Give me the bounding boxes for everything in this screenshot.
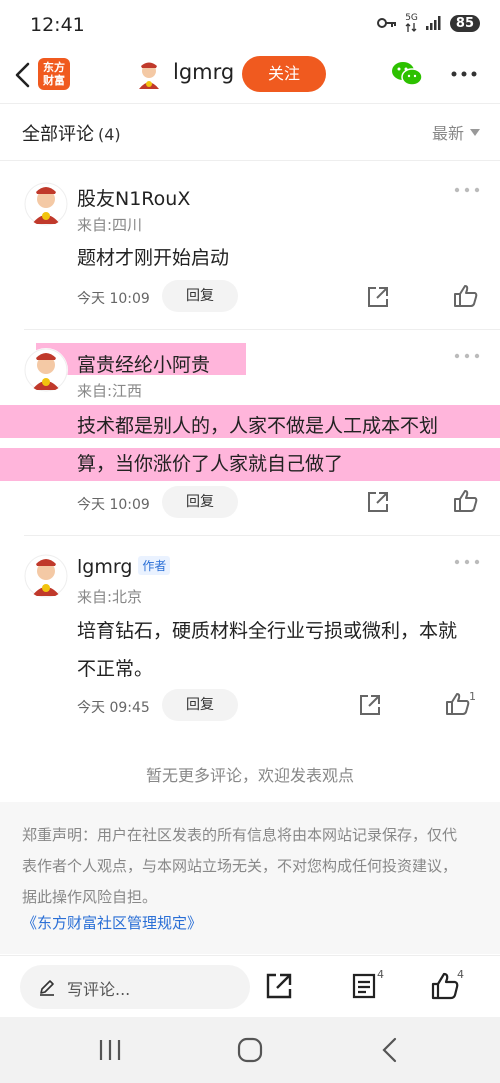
- back-arrow-icon[interactable]: [12, 62, 32, 88]
- commenter-name[interactable]: 股友N1RouX: [77, 184, 190, 211]
- comment-line: 技术都是别人的，人家不做是人工成本不划: [77, 415, 439, 437]
- reply-button[interactable]: 回复: [162, 689, 238, 721]
- section-divider: [0, 160, 500, 161]
- commenter-avatar[interactable]: [24, 182, 68, 226]
- comment-divider: [24, 535, 500, 536]
- comment-time: 今天 10:09: [77, 497, 150, 513]
- comment-time: 今天 09:45: [77, 700, 150, 716]
- wechat-icon[interactable]: [391, 60, 423, 88]
- eastmoney-logo[interactable]: 东方 财富: [38, 58, 70, 90]
- commenter-name-text: lgmrg: [77, 556, 133, 578]
- commenter-location: 来自:四川: [77, 216, 143, 234]
- comments-count: (4): [98, 125, 121, 144]
- disclaimer-line: 郑重声明：用户在社区发表的所有信息将由本网站记录保存，仅代: [22, 826, 458, 844]
- comment-text: 培育钻石，硬质材料全行业亏损或微利，本就 不正常。: [77, 612, 482, 688]
- comment-line: 题材才刚开始启动: [77, 247, 230, 269]
- comment-more-icon[interactable]: [454, 352, 480, 360]
- comment-text: 题材才刚开始启动: [77, 239, 482, 277]
- follow-button[interactable]: 关注: [242, 56, 326, 92]
- pen-icon: [40, 980, 54, 996]
- comment-time: 今天 10:09: [77, 291, 150, 307]
- community-rules-link[interactable]: 《东方财富社区管理规定》: [22, 912, 202, 933]
- user-avatar[interactable]: [134, 60, 164, 90]
- like-count: 1: [469, 690, 476, 703]
- comments-section-title: 全部评论 (4): [22, 120, 121, 146]
- share-icon[interactable]: [265, 972, 293, 1000]
- status-bar: 12:41 5G 85: [0, 0, 500, 50]
- commenter-location: 来自:江西: [77, 382, 143, 400]
- like-count-badge: 4: [457, 968, 464, 981]
- commenter-location: 来自:北京: [77, 588, 143, 606]
- comment-more-icon[interactable]: [454, 186, 480, 194]
- reply-button[interactable]: 回复: [162, 486, 238, 518]
- signal-icon: [425, 16, 441, 30]
- comment-text: 技术都是别人的，人家不做是人工成本不划 算，当你涨价了人家就自己做了: [77, 407, 482, 483]
- recents-icon[interactable]: [95, 1037, 125, 1063]
- system-nav-bar: [0, 1017, 500, 1083]
- status-icons: 5G 85: [377, 14, 480, 32]
- share-icon[interactable]: [358, 693, 382, 717]
- header-divider: [0, 103, 500, 104]
- comments-title-text: 全部评论: [22, 124, 94, 145]
- thumbs-up-icon[interactable]: [453, 489, 479, 513]
- comment-line: 培育钻石，硬质材料全行业亏损或微利，本就: [77, 620, 458, 642]
- home-icon[interactable]: [235, 1037, 265, 1063]
- comment-placeholder: 写评论...: [67, 980, 131, 999]
- data-arrows-icon: [405, 23, 417, 32]
- comment-more-icon[interactable]: [454, 558, 480, 566]
- thumbs-up-icon[interactable]: [445, 692, 471, 716]
- top-header: 东方 财富 lgmrg 关注: [0, 50, 500, 102]
- disclaimer-text: 郑重声明：用户在社区发表的所有信息将由本网站记录保存，仅代 表作者个人观点，与本…: [22, 820, 480, 913]
- comment-line: 算，当你涨价了人家就自己做了: [77, 453, 344, 475]
- share-icon[interactable]: [366, 285, 390, 309]
- no-more-comments-text: 暂无更多评论，欢迎发表观点: [145, 766, 354, 785]
- logo-text-line1: 东方: [43, 61, 65, 74]
- write-comment-input[interactable]: 写评论...: [20, 965, 250, 1009]
- sort-label: 最新: [431, 124, 464, 143]
- author-badge: 作者: [138, 556, 171, 575]
- list-icon[interactable]: [350, 972, 378, 1000]
- logo-text-line2: 财富: [43, 74, 65, 87]
- sort-dropdown[interactable]: 最新: [432, 120, 480, 144]
- status-time: 12:41: [30, 14, 85, 36]
- more-dots-icon[interactable]: [450, 64, 478, 84]
- comment-divider: [24, 329, 500, 330]
- key-icon: [377, 18, 397, 28]
- nav-back-icon[interactable]: [375, 1037, 405, 1063]
- share-icon[interactable]: [366, 490, 390, 514]
- commenter-avatar[interactable]: [24, 348, 68, 392]
- commenter-avatar[interactable]: [24, 554, 68, 598]
- commenter-name[interactable]: 富贵经纶小阿贵: [77, 350, 210, 377]
- comment-line: 不正常。: [77, 658, 154, 680]
- battery-indicator: 85: [449, 14, 480, 32]
- network-indicator: 5G: [405, 14, 418, 32]
- disclaimer-line: 据此操作风险自担。: [22, 888, 158, 906]
- thumbs-up-icon[interactable]: [431, 972, 459, 1000]
- reply-button[interactable]: 回复: [162, 280, 238, 312]
- chevron-down-icon: [470, 128, 480, 136]
- bottom-action-bar: 写评论... 4 4: [0, 955, 500, 1017]
- comment-count-badge: 4: [377, 968, 384, 981]
- disclaimer-line: 表作者个人观点，与本网站立场无关，不对您构成任何投资建议，: [22, 857, 458, 875]
- thumbs-up-icon[interactable]: [453, 284, 479, 308]
- commenter-name[interactable]: lgmrg 作者: [77, 556, 171, 578]
- header-username[interactable]: lgmrg: [173, 60, 234, 84]
